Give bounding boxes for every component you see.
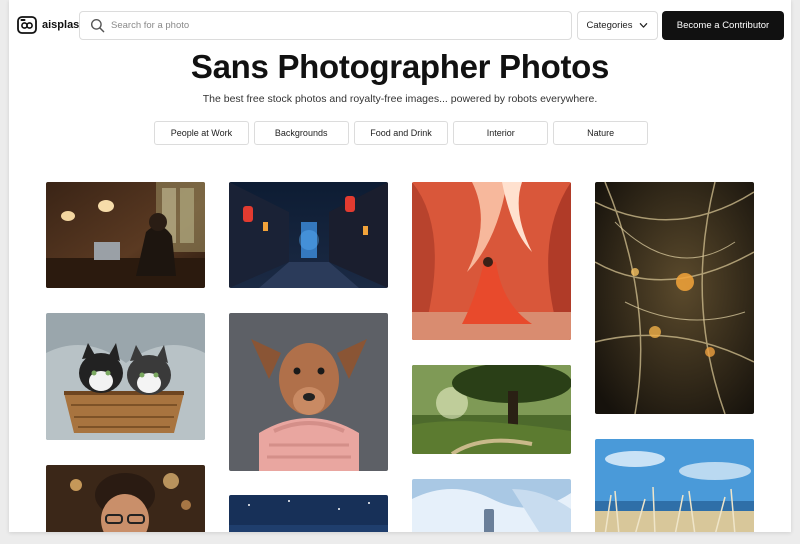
page-subtitle: The best free stock photos and royalty-f… [202,93,598,105]
logo[interactable]: aisplash [17,15,86,35]
photo-canyon-woman[interactable] [412,182,571,340]
photo-man-portrait[interactable] [46,465,205,532]
categories-label: Categories [586,20,633,31]
photo-neon-alley[interactable] [229,182,388,288]
categories-dropdown[interactable]: Categories [577,11,658,40]
search-bar[interactable] [79,11,572,40]
photo-icy-bottle[interactable] [412,479,571,532]
chip-backgrounds[interactable]: Backgrounds [253,121,349,145]
chevron-down-icon [640,23,648,28]
page: aisplash Categories Become a Contributor… [9,0,791,532]
search-icon [90,18,105,33]
chip-nature[interactable]: Nature [553,121,648,145]
page-title: Sans Photographer Photos [190,48,610,85]
photo-night-sky[interactable] [229,495,388,532]
photo-kittens-basket[interactable] [46,313,205,440]
photo-beach-grass[interactable] [595,439,754,532]
photo-web-golden-lights[interactable] [595,182,754,414]
photo-cafe-laptop[interactable] [46,182,205,288]
chip-interior[interactable]: Interior [453,121,549,145]
photo-dog-sweater[interactable] [229,313,388,471]
photo-tree-landscape[interactable] [412,365,571,454]
chip-people-at-work[interactable]: People at Work [154,121,249,145]
search-input[interactable] [111,12,571,39]
camera-logo-icon [17,16,37,34]
chip-food-and-drink[interactable]: Food and Drink [353,121,449,145]
category-chips: People at Work Backgrounds Food and Drin… [154,121,648,145]
top-navbar: aisplash Categories Become a Contributor [9,0,791,52]
become-contributor-button[interactable]: Become a Contributor [662,11,784,40]
